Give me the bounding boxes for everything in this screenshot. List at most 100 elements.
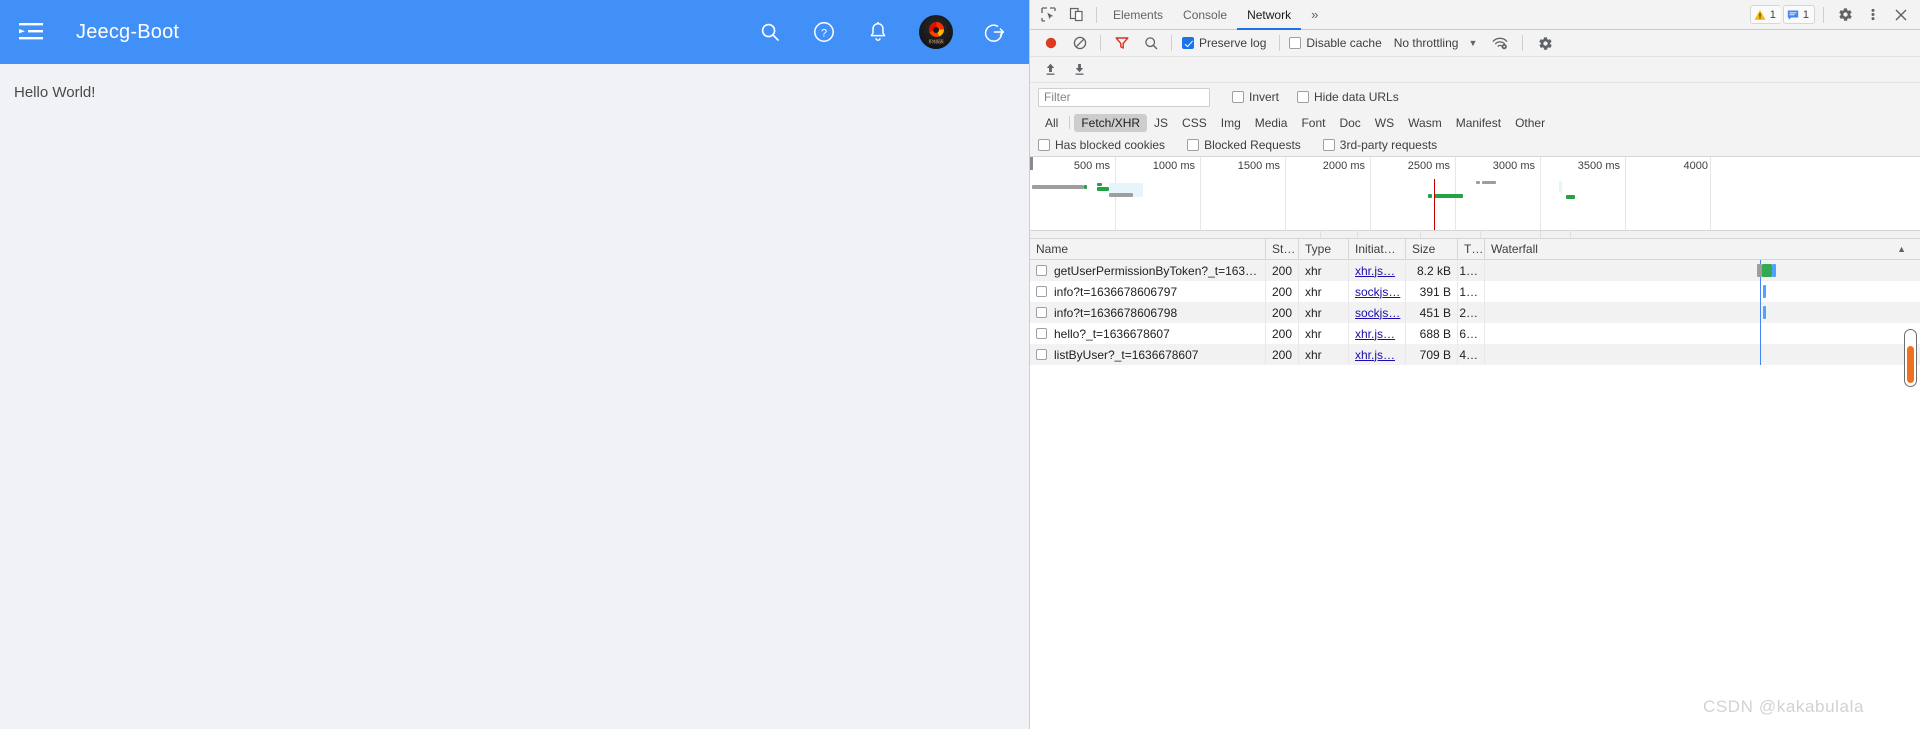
cell-name[interactable]: listByUser?_t=1636678607 [1030, 344, 1266, 365]
message-count-badge[interactable]: 1 [1782, 5, 1815, 24]
wifi-settings-icon[interactable] [1485, 31, 1514, 56]
row-checkbox[interactable] [1036, 286, 1047, 297]
type-filter-ws[interactable]: WS [1368, 114, 1401, 132]
record-button[interactable] [1036, 31, 1065, 56]
chevron-down-icon[interactable]: ▼ [1468, 38, 1477, 48]
type-filter-wasm[interactable]: Wasm [1401, 114, 1449, 132]
cell-waterfall [1485, 302, 1920, 323]
column-header-initiator[interactable]: Initiat… [1349, 239, 1406, 260]
bell-icon[interactable] [865, 19, 891, 45]
screenshot-root: Jeecg-Boot ? 积木报表 Hello World! Elements … [0, 0, 1920, 729]
table-row[interactable]: listByUser?_t=1636678607 200 xhr xhr.js…… [1030, 344, 1920, 365]
blocked-requests-checkbox[interactable]: Blocked Requests [1187, 138, 1301, 152]
cell-type: xhr [1299, 302, 1349, 323]
type-filter-media[interactable]: Media [1248, 114, 1295, 132]
type-filter-manifest[interactable]: Manifest [1449, 114, 1508, 132]
clear-button[interactable] [1065, 31, 1094, 56]
resource-type-filters: All Fetch/XHR JS CSS Img Media Font Doc … [1030, 111, 1920, 134]
type-filter-other[interactable]: Other [1508, 114, 1552, 132]
has-blocked-cookies-label: Has blocked cookies [1055, 138, 1166, 152]
warning-icon [1754, 9, 1766, 20]
preserve-log-checkbox[interactable]: Preserve log [1182, 36, 1266, 50]
type-filter-css[interactable]: CSS [1175, 114, 1214, 132]
network-overview-timeline[interactable]: 500 ms 1000 ms 1500 ms 2000 ms 2500 ms 3… [1030, 157, 1920, 239]
overview-tick-500: 500 ms [1073, 160, 1110, 172]
row-checkbox[interactable] [1036, 307, 1047, 318]
close-icon[interactable] [1888, 3, 1914, 27]
type-filter-img[interactable]: Img [1214, 114, 1248, 132]
inspect-element-icon[interactable] [1034, 2, 1062, 28]
scrollbar-thumb[interactable] [1907, 346, 1914, 383]
logout-icon[interactable] [981, 19, 1007, 45]
request-name: info?t=1636678606797 [1054, 284, 1178, 299]
watermark-text: CSDN @kakabulala [1702, 697, 1864, 716]
cell-time: 1… [1458, 281, 1485, 302]
export-har-icon[interactable] [1065, 57, 1094, 82]
cell-initiator[interactable]: xhr.js… [1349, 323, 1406, 344]
column-header-type[interactable]: Type [1299, 239, 1349, 260]
row-checkbox[interactable] [1036, 328, 1047, 339]
help-circle-icon[interactable]: ? [811, 19, 837, 45]
hide-data-urls-checkbox[interactable]: Hide data URLs [1297, 90, 1399, 104]
column-header-name[interactable]: Name [1030, 239, 1266, 260]
initiator-link[interactable]: sockjs… [1355, 306, 1400, 320]
search-icon[interactable] [1136, 31, 1165, 56]
more-vertical-icon[interactable] [1860, 3, 1886, 27]
tab-network[interactable]: Network [1237, 0, 1302, 30]
column-header-time[interactable]: T… [1458, 239, 1485, 260]
column-header-status[interactable]: St… [1266, 239, 1299, 260]
tab-elements[interactable]: Elements [1103, 0, 1173, 29]
type-filter-fetch-xhr[interactable]: Fetch/XHR [1074, 113, 1148, 132]
table-row[interactable]: hello?_t=1636678607 200 xhr xhr.js… 688 … [1030, 323, 1920, 344]
row-checkbox[interactable] [1036, 265, 1047, 276]
sort-ascending-icon: ▲ [1897, 244, 1906, 254]
cell-initiator[interactable]: sockjs… [1349, 281, 1406, 302]
column-header-waterfall[interactable]: Waterfall ▲ [1485, 239, 1920, 260]
has-blocked-cookies-checkbox[interactable]: Has blocked cookies [1038, 138, 1165, 152]
type-filter-js[interactable]: JS [1147, 114, 1175, 132]
initiator-link[interactable]: xhr.js… [1355, 327, 1395, 341]
message-icon [1787, 10, 1799, 20]
invert-checkbox[interactable]: Invert [1232, 90, 1279, 104]
menu-fold-icon[interactable] [14, 15, 48, 49]
filter-toggle-icon[interactable] [1107, 31, 1136, 56]
cell-initiator[interactable]: sockjs… [1349, 302, 1406, 323]
overview-tick-2000: 2000 ms [1322, 160, 1365, 172]
gear-icon[interactable] [1832, 3, 1858, 27]
import-har-icon[interactable] [1036, 57, 1065, 82]
filter-input[interactable] [1038, 87, 1210, 107]
user-avatar[interactable]: 积木报表 [919, 15, 953, 49]
type-filter-font[interactable]: Font [1294, 114, 1332, 132]
type-filter-all[interactable]: All [1038, 114, 1065, 132]
web-app-pane: Jeecg-Boot ? 积木报表 Hello World! [0, 0, 1029, 729]
initiator-link[interactable]: xhr.js… [1355, 264, 1395, 278]
cell-initiator[interactable]: xhr.js… [1349, 344, 1406, 365]
disable-cache-checkbox[interactable]: Disable cache [1289, 36, 1382, 50]
initiator-link[interactable]: xhr.js… [1355, 348, 1395, 362]
cell-name[interactable]: info?t=1636678606798 [1030, 302, 1266, 323]
table-row[interactable]: getUserPermissionByToken?_t=1636… 200 xh… [1030, 260, 1920, 281]
initiator-link[interactable]: sockjs… [1355, 285, 1400, 299]
cell-name[interactable]: getUserPermissionByToken?_t=1636… [1030, 260, 1266, 281]
capture-settings-gear-icon[interactable] [1531, 31, 1560, 56]
device-toolbar-icon[interactable] [1062, 2, 1090, 28]
third-party-requests-checkbox[interactable]: 3rd-party requests [1322, 138, 1437, 152]
cell-initiator[interactable]: xhr.js… [1349, 260, 1406, 281]
table-row[interactable]: info?t=1636678606797 200 xhr sockjs… 391… [1030, 281, 1920, 302]
row-checkbox[interactable] [1036, 349, 1047, 360]
more-tabs-icon[interactable]: » [1301, 8, 1328, 21]
tab-console[interactable]: Console [1173, 0, 1237, 29]
cell-status: 200 [1266, 344, 1299, 365]
app-header: Jeecg-Boot ? 积木报表 [0, 0, 1029, 64]
vertical-scrollbar[interactable] [1904, 329, 1917, 387]
cell-name[interactable]: hello?_t=1636678607 [1030, 323, 1266, 344]
type-filter-doc[interactable]: Doc [1332, 114, 1367, 132]
search-icon[interactable] [757, 19, 783, 45]
warning-count-badge[interactable]: 1 [1749, 5, 1781, 24]
table-row[interactable]: info?t=1636678606798 200 xhr sockjs… 451… [1030, 302, 1920, 323]
column-header-size[interactable]: Size [1406, 239, 1458, 260]
cell-name[interactable]: info?t=1636678606797 [1030, 281, 1266, 302]
extra-filters-bar: Has blocked cookies Blocked Requests 3rd… [1030, 134, 1920, 157]
throttling-select[interactable]: No throttling [1394, 36, 1459, 50]
waterfall-tail-bar [1772, 264, 1776, 277]
